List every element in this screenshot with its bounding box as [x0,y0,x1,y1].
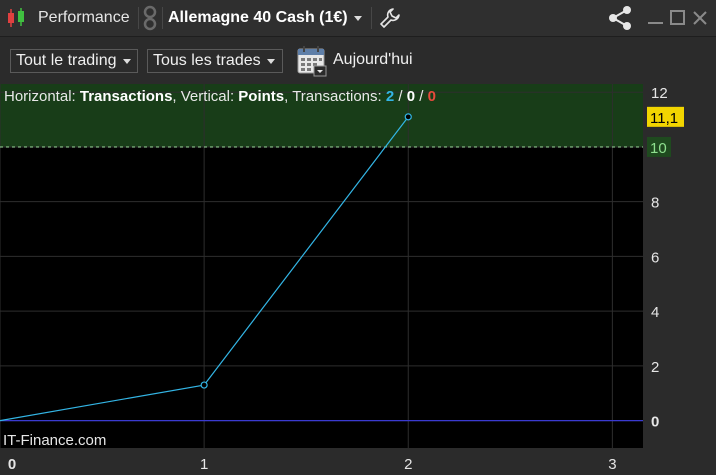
calendar-icon[interactable] [296,45,328,82]
share-icon[interactable] [607,0,637,36]
vertical-value: Points [238,88,285,105]
y-tick-label: 4 [651,304,659,321]
candlestick-icon [4,0,28,36]
y-tick-label: 2 [651,359,659,376]
toolbar: Tout le trading Tous les trades Aujourd'… [0,37,716,84]
trades-filter-dropdown[interactable]: Tous les trades [147,49,283,73]
transactions-count: 2 [385,88,395,105]
trading-filter-dropdown[interactable]: Tout le trading [10,49,138,73]
data-point [404,113,412,121]
vertical-label: , Vertical: [172,88,235,105]
chevron-down-icon [122,58,131,64]
chart-header: Horizontal: Transactions, Vertical: Poin… [4,88,436,105]
link-icon[interactable] [142,0,158,36]
separator: / [415,88,428,105]
chevron-down-icon [353,15,362,21]
trades-filter-value: Tous les trades [153,52,261,69]
value-tags: 10 11,1 [647,106,684,157]
title-bar: Performance Allemagne 40 Cash (1€) [0,0,716,37]
x-tick-label: 3 [608,456,616,473]
watermark: IT-Finance.com [3,432,107,449]
transactions-losing: 0 [427,88,436,105]
module-title: Performance [38,9,130,26]
close-icon[interactable] [691,9,709,32]
x-tick-label: 1 [200,456,208,473]
wrench-icon[interactable] [379,0,401,36]
transactions-neutral: 0 [406,88,416,105]
separator: / [394,88,407,105]
transactions-label: , Transactions: [284,88,382,105]
y-tick-label: 8 [651,195,659,212]
target-tag-label: 10 [650,140,667,157]
date-label[interactable]: Aujourd'hui [333,51,413,69]
data-point [200,381,208,389]
horizontal-value: Transactions [79,88,173,105]
y-tick-label: 12 [651,85,668,102]
minimize-icon[interactable] [647,9,665,32]
y-tick-label: 6 [651,249,659,266]
horizontal-label: Horizontal: [4,88,76,105]
instrument-selector[interactable]: Allemagne 40 Cash (1€) [168,0,362,36]
maximize-icon[interactable] [669,9,687,32]
last-value-tag-label: 11,1 [650,110,678,127]
performance-chart: 0246812 0123 1011,1 [0,84,684,473]
chevron-down-icon [266,58,275,64]
trading-filter-value: Tout le trading [16,52,117,69]
y-tick-label: 0 [651,414,659,431]
instrument-name: Allemagne 40 Cash (1€) [168,9,348,26]
x-tick-label: 2 [404,456,412,473]
x-tick-label: 0 [8,456,16,473]
x-axis-ticks: 0 1 2 3 [8,456,617,473]
